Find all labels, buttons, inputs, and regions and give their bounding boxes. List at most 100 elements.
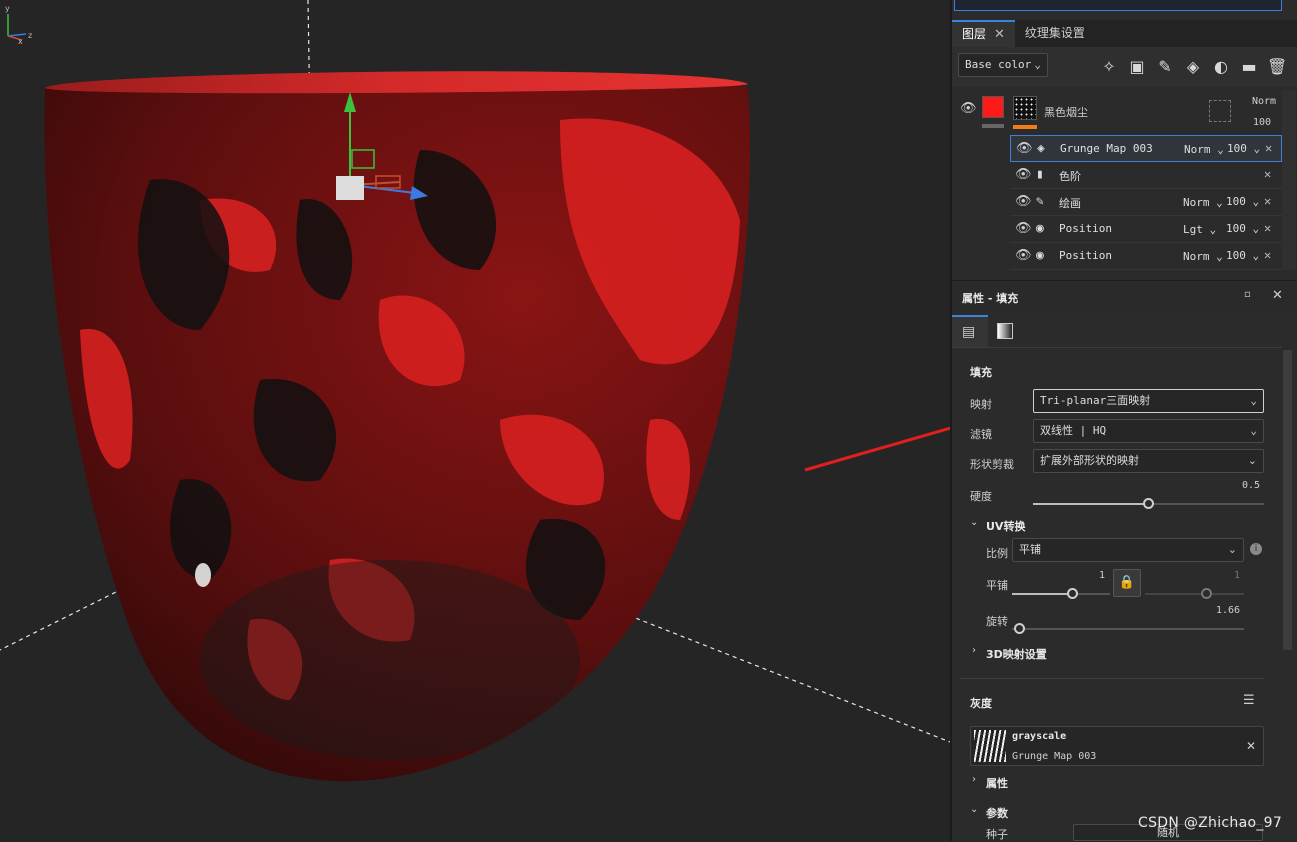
tab-texture-set-settings[interactable]: 纹理集设置	[1015, 20, 1095, 47]
hardness-value: 0.5	[1242, 480, 1261, 491]
rotation-knob[interactable]	[1014, 623, 1025, 634]
eye-icon[interactable]: 👁	[1015, 248, 1032, 263]
grayscale-card-title: grayscale	[1012, 731, 1067, 742]
chevron-right-icon[interactable]: ›	[972, 774, 976, 785]
uv-section-title[interactable]: UV转换	[986, 518, 1025, 534]
divider	[952, 347, 1282, 348]
parameters-section-title[interactable]: 参数	[986, 805, 1008, 821]
close-icon[interactable]: ✕	[994, 21, 1005, 48]
effect-opacity[interactable]: 100 ⌄	[1226, 195, 1259, 208]
effect-row-position-1[interactable]: 👁 ◉ Position Lgt ⌄ 100 ⌄ ✕	[1010, 216, 1282, 243]
scale-select[interactable]: 平铺 ⌄	[1012, 538, 1244, 562]
seed-label: 种子	[986, 828, 1008, 841]
effect-row-position-2[interactable]: 👁 ◉ Position Norm ⌄ 100 ⌄ ✕	[1010, 243, 1282, 270]
tab-mask-properties[interactable]	[988, 315, 1022, 347]
mask-bar	[1013, 125, 1037, 129]
effect-name: 色阶	[1059, 170, 1081, 183]
map3d-section-title[interactable]: 3D映射设置	[986, 646, 1047, 662]
effect-row-levels[interactable]: 👁 ▮ 色阶 ✕	[1010, 162, 1282, 189]
effect-blend[interactable]: Norm ⌄	[1184, 143, 1224, 156]
menu-icon[interactable]: ☰	[1243, 693, 1255, 708]
brush-icon[interactable]: ✎	[1155, 57, 1175, 77]
channel-select-value: Base color	[965, 58, 1032, 71]
properties-title: 属性 - 填充	[962, 292, 1019, 305]
lock-icon[interactable]: 🔒	[1113, 569, 1141, 597]
generator-icon: ◉	[1036, 221, 1044, 236]
layers-scrollbar[interactable]	[1282, 90, 1296, 270]
eye-icon[interactable]: 👁	[1016, 141, 1033, 156]
folder-icon[interactable]: ▬	[1239, 57, 1259, 77]
rotation-value: 1.66	[1216, 605, 1241, 616]
effect-opacity[interactable]: 100 ⌄	[1226, 249, 1259, 262]
filter-label: 滤镜	[970, 428, 992, 441]
mapping-select[interactable]: Tri-planar三面映射 ⌄	[1033, 389, 1264, 413]
chevron-down-icon: ⌄	[1250, 394, 1257, 407]
effect-name: 绘画	[1059, 197, 1081, 210]
close-icon[interactable]: ✕	[1264, 248, 1271, 262]
tab-layers-label: 图层	[962, 27, 987, 41]
layer-mask-slot[interactable]	[1209, 100, 1231, 122]
fill-icon[interactable]: ◈	[1183, 57, 1203, 77]
grayscale-resource-card[interactable]: grayscale Grunge Map 003 ✕	[970, 726, 1264, 766]
tab-layers[interactable]: 图层 ✕	[952, 20, 1015, 47]
layer-blend-mode[interactable]: Norm	[1252, 96, 1276, 107]
fill-icon: ◈	[1037, 141, 1045, 156]
texture-set-row[interactable]	[954, 0, 1282, 11]
clip-value: 扩展外部形状的映射	[1040, 454, 1139, 467]
effect-blend[interactable]: Lgt ⌄	[1183, 223, 1216, 236]
close-icon[interactable]: ✕	[1264, 221, 1271, 235]
eye-icon[interactable]: 👁	[960, 101, 977, 116]
scale-label: 比例	[986, 547, 1008, 560]
close-icon[interactable]: ✕	[1246, 739, 1256, 753]
layer-opacity[interactable]: 100	[1253, 117, 1271, 128]
close-icon[interactable]: ✕	[1264, 167, 1271, 181]
mask-icon[interactable]: ▣	[1127, 57, 1147, 77]
chevron-down-icon[interactable]: ⌄	[970, 804, 978, 815]
effect-row-paint[interactable]: 👁 ✎ 绘画 Norm ⌄ 100 ⌄ ✕	[1010, 189, 1282, 216]
effect-row-grunge[interactable]: 👁 ◈ Grunge Map 003 Norm ⌄ 100 ⌄ ✕	[1010, 135, 1282, 162]
attributes-section-title[interactable]: 属性	[986, 775, 1008, 791]
mapping-label: 映射	[970, 398, 992, 411]
info-icon[interactable]: i	[1250, 543, 1262, 555]
grunge-thumbnail	[974, 730, 1006, 762]
clip-select[interactable]: 扩展外部形状的映射 ⌄	[1033, 449, 1264, 473]
layer-row[interactable]: 👁 黑色烟尘 Norm ⌄ 100 ⌄	[952, 88, 1290, 134]
filter-select[interactable]: 双线性 | HQ ⌄	[1033, 419, 1264, 443]
effect-blend[interactable]: Norm ⌄	[1183, 250, 1223, 263]
tile-u-knob[interactable]	[1067, 588, 1078, 599]
layer-color-thumbnail[interactable]	[982, 96, 1004, 118]
divider	[960, 678, 1264, 679]
tile-v-slider[interactable]	[1145, 593, 1244, 595]
chevron-down-icon: ⌄	[1034, 58, 1041, 71]
chevron-down-icon: ⌄	[1227, 543, 1237, 556]
chevron-right-icon[interactable]: ›	[972, 645, 976, 656]
tile-value-u: 1	[1099, 570, 1106, 581]
mask-thumbnail[interactable]	[1013, 96, 1037, 120]
rotation-slider[interactable]	[1012, 628, 1244, 630]
chevron-down-icon: ⌄	[1250, 424, 1257, 437]
effect-opacity[interactable]: 100 ⌄	[1227, 142, 1260, 155]
smart-material-icon[interactable]: ◐	[1211, 57, 1231, 77]
properties-scrollbar[interactable]	[1283, 350, 1292, 650]
chevron-down-icon[interactable]: ⌄	[970, 517, 978, 528]
maximize-icon[interactable]: ▫	[1244, 289, 1251, 300]
tile-value-v: 1	[1234, 570, 1241, 581]
chevron-down-icon: ⌄	[1247, 454, 1257, 467]
eye-icon[interactable]: 👁	[1015, 194, 1032, 209]
tab-fill-properties[interactable]: ▤	[952, 315, 988, 347]
clip-label: 形状剪裁	[970, 458, 1014, 471]
eye-icon[interactable]: 👁	[1015, 221, 1032, 236]
tile-v-knob[interactable]	[1201, 588, 1212, 599]
effect-blend[interactable]: Norm ⌄	[1183, 196, 1223, 209]
grayscale-card-subtitle: Grunge Map 003	[1012, 751, 1097, 762]
effect-opacity[interactable]: 100 ⌄	[1226, 222, 1259, 235]
channel-select[interactable]: Base color ⌄	[958, 53, 1048, 77]
effect-name: Position	[1059, 222, 1112, 235]
close-icon[interactable]: ✕	[1265, 141, 1272, 155]
magic-wand-icon[interactable]: ✧	[1099, 57, 1119, 77]
hardness-slider-knob[interactable]	[1143, 498, 1154, 509]
close-icon[interactable]: ✕	[1264, 194, 1271, 208]
eye-icon[interactable]: 👁	[1015, 167, 1032, 182]
trash-icon[interactable]: 🗑	[1267, 57, 1287, 77]
close-icon[interactable]: ✕	[1272, 288, 1283, 303]
